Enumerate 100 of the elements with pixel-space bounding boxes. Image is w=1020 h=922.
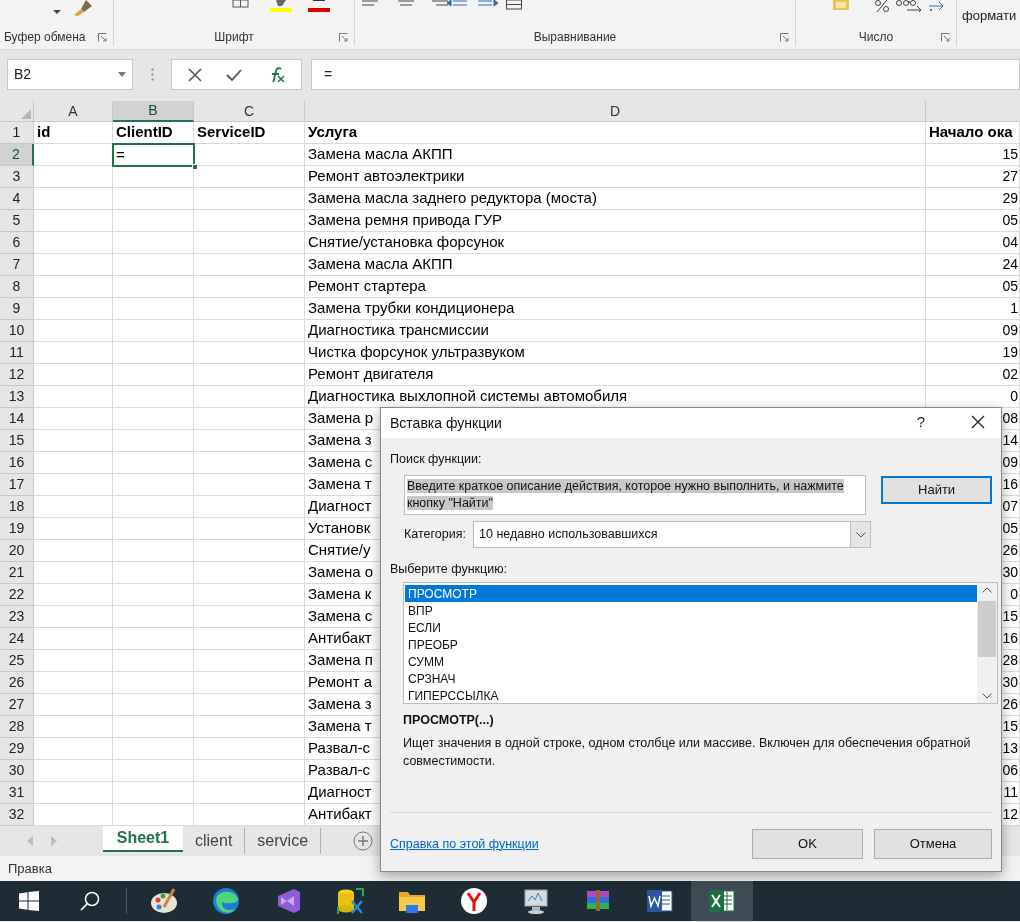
table-cell: ServiceID <box>194 122 305 144</box>
function-list[interactable]: ПРОСМОТР ВПР ЕСЛИ ПРЕОБР СУММ СРЗНАЧ ГИПЕРССЫЛКА <box>403 582 998 704</box>
expand-corner-icon[interactable] <box>98 33 107 42</box>
table-cell: 05 <box>926 276 1020 298</box>
list-item[interactable]: ПРОСМОТР <box>405 585 977 602</box>
row-header[interactable]: 27 <box>0 694 34 716</box>
dialog-button[interactable]: OK <box>752 829 863 859</box>
table-cell: Снятие/установка форсунок <box>305 232 926 254</box>
row-header[interactable]: 18 <box>0 496 34 518</box>
row-header[interactable]: 31 <box>0 782 34 804</box>
chevron-down-icon[interactable] <box>855 531 866 538</box>
table-cell: 29 <box>926 188 1020 210</box>
table-cell: Начало ока <box>926 122 1020 144</box>
y-logo-icon[interactable] <box>460 887 488 915</box>
dialog-title: Вставка функции <box>390 413 502 433</box>
fill-handle[interactable] <box>192 164 198 170</box>
category-dropdown[interactable]: 10 недавно использовавшихся <box>473 521 871 548</box>
row-header[interactable]: 7 <box>0 254 34 276</box>
font-color-icon[interactable] <box>308 0 330 12</box>
row-header[interactable]: 30 <box>0 760 34 782</box>
row-header[interactable]: 8 <box>0 276 34 298</box>
row-header[interactable]: 10 <box>0 320 34 342</box>
merge-icon[interactable] <box>506 0 522 10</box>
row-header[interactable]: 3 <box>0 166 34 188</box>
spreadsheet-icon[interactable] <box>708 887 736 915</box>
table-cell: Ремонт автоэлектрики <box>305 166 926 188</box>
table-cell: 15 <box>926 144 1020 166</box>
caret-icon[interactable] <box>52 8 62 16</box>
row-header[interactable]: 2 <box>0 144 34 166</box>
align-icon[interactable] <box>432 0 448 6</box>
row-header[interactable]: 19 <box>0 518 34 540</box>
row-header[interactable]: 21 <box>0 562 34 584</box>
row-header[interactable]: 5 <box>0 210 34 232</box>
row-header[interactable]: 16 <box>0 452 34 474</box>
sheet-tab[interactable]: client <box>183 828 246 854</box>
add-sheet-icon[interactable] <box>353 831 374 851</box>
database-tool-icon[interactable] <box>336 887 364 915</box>
row-header[interactable]: 25 <box>0 650 34 672</box>
row-header[interactable]: 29 <box>0 738 34 760</box>
expand-corner-icon[interactable] <box>941 33 950 42</box>
table-cell: 27 <box>926 166 1020 188</box>
row-header[interactable]: 9 <box>0 298 34 320</box>
document-icon[interactable] <box>646 887 674 915</box>
search-icon[interactable] <box>80 891 100 911</box>
scroll-thumb[interactable] <box>978 601 996 657</box>
thousands-icon[interactable] <box>896 0 916 6</box>
row-header[interactable]: 15 <box>0 430 34 452</box>
field-label: Выберите функцию: <box>390 561 508 577</box>
table-cell: Чистка форсунок ультразвуком <box>305 342 926 364</box>
column-header[interactable]: B <box>113 101 194 122</box>
dropdown-caret-icon[interactable] <box>118 72 126 77</box>
table-cell: 05 <box>926 210 1020 232</box>
column-header[interactable]: A <box>34 101 113 122</box>
row-header[interactable]: 14 <box>0 408 34 430</box>
active-cell[interactable]: = <box>113 144 194 166</box>
help-link[interactable]: Справка по этой функции <box>390 834 539 854</box>
row-header[interactable]: 22 <box>0 584 34 606</box>
expand-corner-icon[interactable] <box>780 33 789 42</box>
cancel-icon[interactable] <box>188 67 203 82</box>
row-header[interactable]: 17 <box>0 474 34 496</box>
monitor-icon[interactable] <box>522 887 550 915</box>
ribbon-label[interactable]: формати <box>962 6 1017 26</box>
indent-icon[interactable] <box>478 0 498 8</box>
formula-field[interactable]: = <box>311 59 1020 90</box>
row-header[interactable]: 23 <box>0 606 34 628</box>
browser-icon[interactable] <box>212 887 240 915</box>
row-header[interactable]: 24 <box>0 628 34 650</box>
percent-icon[interactable] <box>874 0 890 12</box>
sheet-tab[interactable]: Sheet1 <box>103 826 183 852</box>
windows-start-icon[interactable] <box>19 891 39 911</box>
row-header[interactable]: 13 <box>0 386 34 408</box>
indent-icon[interactable] <box>447 0 467 8</box>
sheet-tab[interactable]: service <box>245 828 322 854</box>
decimal-icon[interactable] <box>927 0 945 12</box>
dialog-button[interactable]: Отмена <box>874 829 992 859</box>
highlighter-icon[interactable] <box>270 0 292 12</box>
search-field[interactable]: Введите краткое описание действия, которое нужно выполнить, и нажмите кнопку "Найти" <box>404 475 867 515</box>
row-header[interactable]: 11 <box>0 342 34 364</box>
scroll-down-icon[interactable] <box>982 693 992 699</box>
checkmark-icon[interactable] <box>226 67 243 82</box>
row-header[interactable]: 28 <box>0 716 34 738</box>
row-header[interactable]: 4 <box>0 188 34 210</box>
close-icon[interactable] <box>971 415 985 429</box>
brush-icon[interactable] <box>72 0 94 16</box>
scroll-up-icon[interactable] <box>982 587 992 593</box>
decimal-icon[interactable] <box>905 0 923 12</box>
column-header[interactable]: C <box>194 101 305 122</box>
row-header[interactable]: 12 <box>0 364 34 386</box>
row-header[interactable]: 26 <box>0 672 34 694</box>
row-header[interactable]: 32 <box>0 804 34 826</box>
row-header[interactable]: 20 <box>0 540 34 562</box>
name-box[interactable]: B2 <box>7 59 133 90</box>
row-header[interactable]: 6 <box>0 232 34 254</box>
borders-icon[interactable] <box>232 0 250 8</box>
column-header[interactable]: D <box>305 101 926 122</box>
find-button[interactable]: Найти <box>881 476 992 504</box>
expand-corner-icon[interactable] <box>339 33 348 42</box>
palette-icon[interactable] <box>150 887 178 915</box>
table-cell: id <box>34 122 113 144</box>
row-header[interactable]: 1 <box>0 122 34 144</box>
